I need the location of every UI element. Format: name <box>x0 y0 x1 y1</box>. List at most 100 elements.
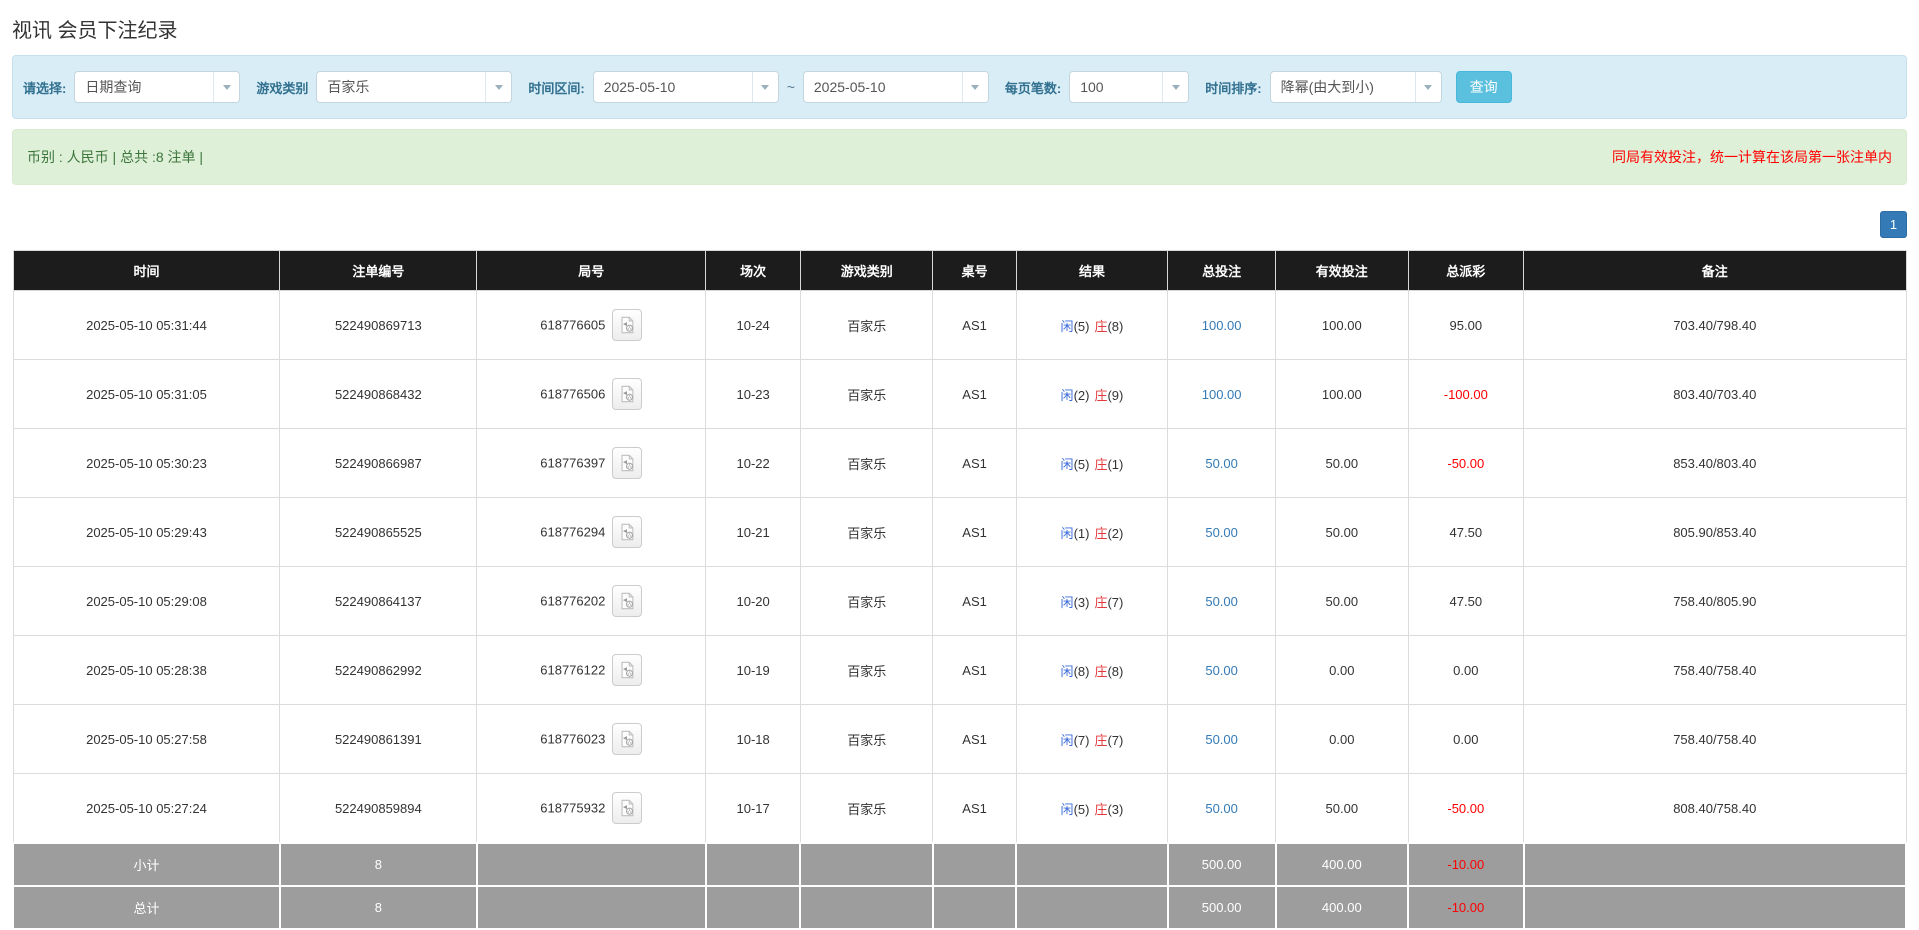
banker-result: 庄 <box>1094 526 1107 541</box>
table-row: 2025-05-10 05:27:58 522490861391 6187760… <box>13 705 1906 774</box>
cell-table-no: AS1 <box>933 498 1016 567</box>
chevron-down-icon[interactable] <box>485 72 511 102</box>
cell-session: 10-20 <box>706 567 801 636</box>
cell-payout: -50.00 <box>1408 429 1523 498</box>
cell-bet-id: 522490864137 <box>280 567 477 636</box>
cell-valid-bet: 50.00 <box>1276 429 1409 498</box>
column-header: 注单编号 <box>280 251 477 291</box>
chevron-down-icon[interactable] <box>1162 72 1188 102</box>
player-score: (7) <box>1074 733 1090 748</box>
date-from-input[interactable]: 2025-05-10 <box>593 71 779 103</box>
table-row: 2025-05-10 05:31:05 522490868432 6187765… <box>13 360 1906 429</box>
table-row: 2025-05-10 05:31:44 522490869713 6187766… <box>13 291 1906 360</box>
round-id: 618776294 <box>540 525 605 540</box>
total-bet-link[interactable]: 100.00 <box>1202 318 1242 333</box>
cell-round: 618776397 <box>477 429 706 498</box>
cell-result: 闲(5)庄(8) <box>1016 291 1167 360</box>
table-row: 2025-05-10 05:28:38 522490862992 6187761… <box>13 636 1906 705</box>
player-score: (5) <box>1074 319 1090 334</box>
cell-total-bet: 50.00 <box>1168 636 1276 705</box>
player-score: (1) <box>1074 526 1090 541</box>
video-replay-button[interactable] <box>612 378 642 410</box>
player-result: 闲 <box>1061 388 1074 403</box>
total-bet-link[interactable]: 50.00 <box>1205 594 1238 609</box>
player-result: 闲 <box>1061 457 1074 472</box>
subtotal-total-bet: 500.00 <box>1168 843 1276 886</box>
valid-bet-note: 同局有效投注，统一计算在该局第一张注单内 <box>1612 147 1892 167</box>
cell-bet-id: 522490868432 <box>280 360 477 429</box>
video-replay-button[interactable] <box>612 516 642 548</box>
video-replay-button[interactable] <box>612 585 642 617</box>
sort-select[interactable]: 降幂(由大到小) <box>1270 71 1442 103</box>
query-type-select[interactable]: 日期查询 <box>74 71 240 103</box>
cell-note: 808.40/758.40 <box>1524 774 1906 844</box>
search-button[interactable]: 查询 <box>1456 71 1512 103</box>
banker-result: 庄 <box>1094 595 1107 610</box>
chevron-down-icon[interactable] <box>1415 72 1441 102</box>
cell-total-bet: 50.00 <box>1168 429 1276 498</box>
cell-result: 闲(1)庄(2) <box>1016 498 1167 567</box>
game-type-select[interactable]: 百家乐 <box>316 71 512 103</box>
video-replay-button[interactable] <box>612 309 642 341</box>
cell-valid-bet: 50.00 <box>1276 567 1409 636</box>
cell-game-type: 百家乐 <box>800 774 933 844</box>
banker-result: 庄 <box>1094 388 1107 403</box>
cell-bet-id: 522490862992 <box>280 636 477 705</box>
banker-result: 庄 <box>1094 664 1107 679</box>
player-score: (2) <box>1074 388 1090 403</box>
cell-session: 10-23 <box>706 360 801 429</box>
total-bet-link[interactable]: 50.00 <box>1205 732 1238 747</box>
total-bet-link[interactable]: 50.00 <box>1205 663 1238 678</box>
round-id: 618776605 <box>540 318 605 333</box>
video-file-icon <box>618 454 636 472</box>
date-to-input[interactable]: 2025-05-10 <box>803 71 989 103</box>
cell-round: 618776122 <box>477 636 706 705</box>
cell-round: 618776294 <box>477 498 706 567</box>
player-result: 闲 <box>1061 319 1074 334</box>
banker-score: (1) <box>1107 457 1123 472</box>
currency-summary-text: 币别 : 人民币 | 总共 :8 注单 | <box>27 147 203 167</box>
table-row: 2025-05-10 05:30:23 522490866987 6187763… <box>13 429 1906 498</box>
cell-result: 闲(8)庄(8) <box>1016 636 1167 705</box>
banker-score: (9) <box>1107 388 1123 403</box>
total-count: 8 <box>280 886 477 929</box>
total-bet-link[interactable]: 50.00 <box>1205 525 1238 540</box>
table-row: 2025-05-10 05:29:43 522490865525 6187762… <box>13 498 1906 567</box>
total-bet-link[interactable]: 50.00 <box>1205 456 1238 471</box>
total-row: 总计 8 500.00 400.00 -10.00 <box>13 886 1906 929</box>
cell-total-bet: 100.00 <box>1168 291 1276 360</box>
video-replay-button[interactable] <box>612 792 642 824</box>
page-1-button[interactable]: 1 <box>1880 211 1907 238</box>
pagination: 1 <box>12 211 1907 238</box>
cell-bet-id: 522490869713 <box>280 291 477 360</box>
player-score: (5) <box>1074 802 1090 817</box>
chevron-down-icon[interactable] <box>752 72 778 102</box>
table-row: 2025-05-10 05:27:24 522490859894 6187759… <box>13 774 1906 844</box>
chevron-down-icon[interactable] <box>213 72 239 102</box>
column-header: 桌号 <box>933 251 1016 291</box>
banker-result: 庄 <box>1094 319 1107 334</box>
banker-score: (7) <box>1107 733 1123 748</box>
cell-session: 10-21 <box>706 498 801 567</box>
video-replay-button[interactable] <box>612 723 642 755</box>
summary-bar: 币别 : 人民币 | 总共 :8 注单 | 同局有效投注，统一计算在该局第一张注… <box>12 129 1907 185</box>
cell-game-type: 百家乐 <box>800 567 933 636</box>
date-range-tilde: ~ <box>787 79 795 95</box>
page-size-select[interactable]: 100 <box>1069 71 1189 103</box>
page-size-label: 每页笔数: <box>1005 78 1061 97</box>
cell-valid-bet: 50.00 <box>1276 774 1409 844</box>
cell-session: 10-19 <box>706 636 801 705</box>
bet-records-table: 时间注单编号局号场次游戏类别桌号结果总投注有效投注总派彩备注 2025-05-1… <box>12 250 1907 930</box>
cell-round: 618776506 <box>477 360 706 429</box>
column-header: 备注 <box>1524 251 1906 291</box>
cell-valid-bet: 0.00 <box>1276 705 1409 774</box>
video-replay-button[interactable] <box>612 447 642 479</box>
total-bet-link[interactable]: 50.00 <box>1205 801 1238 816</box>
cell-payout: 95.00 <box>1408 291 1523 360</box>
cell-note: 758.40/758.40 <box>1524 636 1906 705</box>
video-file-icon <box>618 730 636 748</box>
banker-result: 庄 <box>1094 733 1107 748</box>
video-replay-button[interactable] <box>612 654 642 686</box>
total-bet-link[interactable]: 100.00 <box>1202 387 1242 402</box>
chevron-down-icon[interactable] <box>962 72 988 102</box>
